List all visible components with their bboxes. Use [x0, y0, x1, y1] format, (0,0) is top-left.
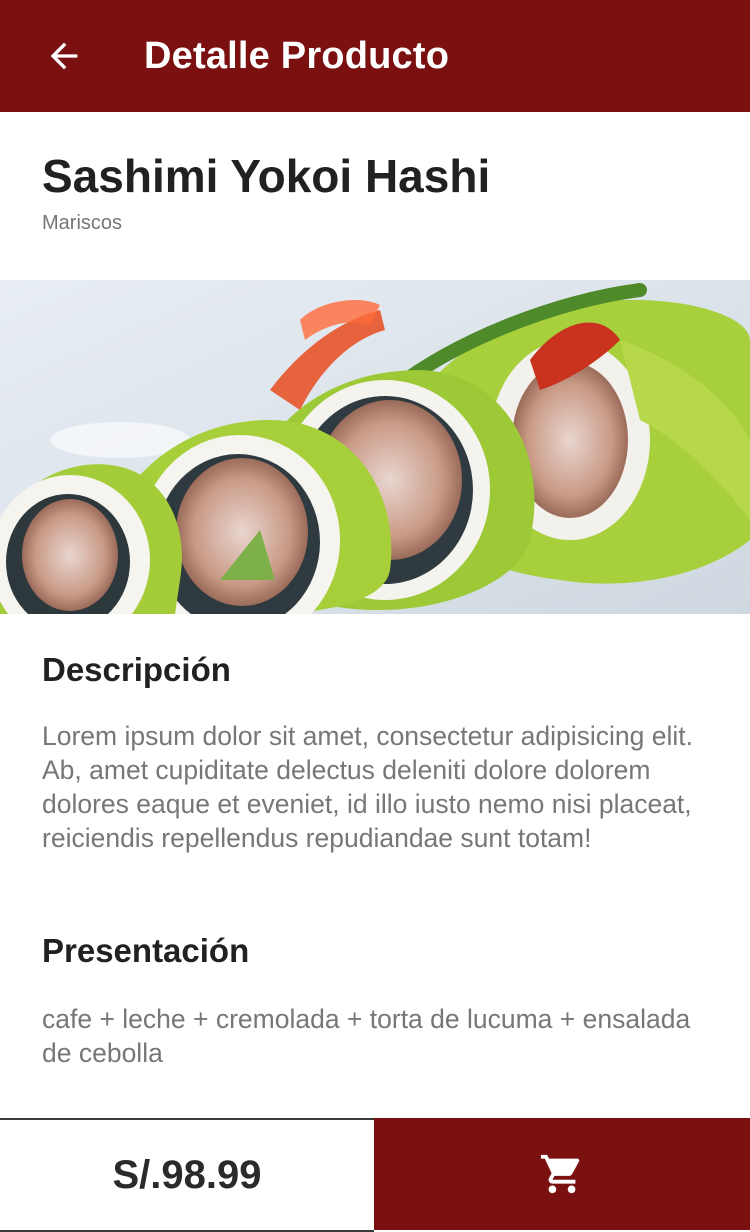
- description-heading: Descripción: [42, 651, 231, 688]
- presentation-text: cafe + leche + cremolada + torta de lucu…: [42, 1004, 691, 1068]
- shopping-cart-icon: [540, 1154, 580, 1194]
- page-title: Detalle Producto: [144, 35, 450, 77]
- presentation-heading: Presentación: [42, 932, 250, 969]
- product-image: [0, 280, 750, 614]
- add-to-cart-button[interactable]: [374, 1118, 750, 1230]
- back-button[interactable]: [28, 22, 100, 90]
- app-bar: Detalle Producto: [0, 0, 750, 112]
- product-category: Mariscos: [42, 212, 123, 234]
- product-name: Sashimi Yokoi Hashi: [42, 150, 491, 202]
- arrow-left-icon: [50, 42, 78, 70]
- price-label: S/.98.99: [0, 1118, 374, 1232]
- description-text: Lorem ipsum dolor sit amet, consectetur …: [42, 721, 694, 853]
- bottom-bar: S/.98.99: [0, 1118, 750, 1232]
